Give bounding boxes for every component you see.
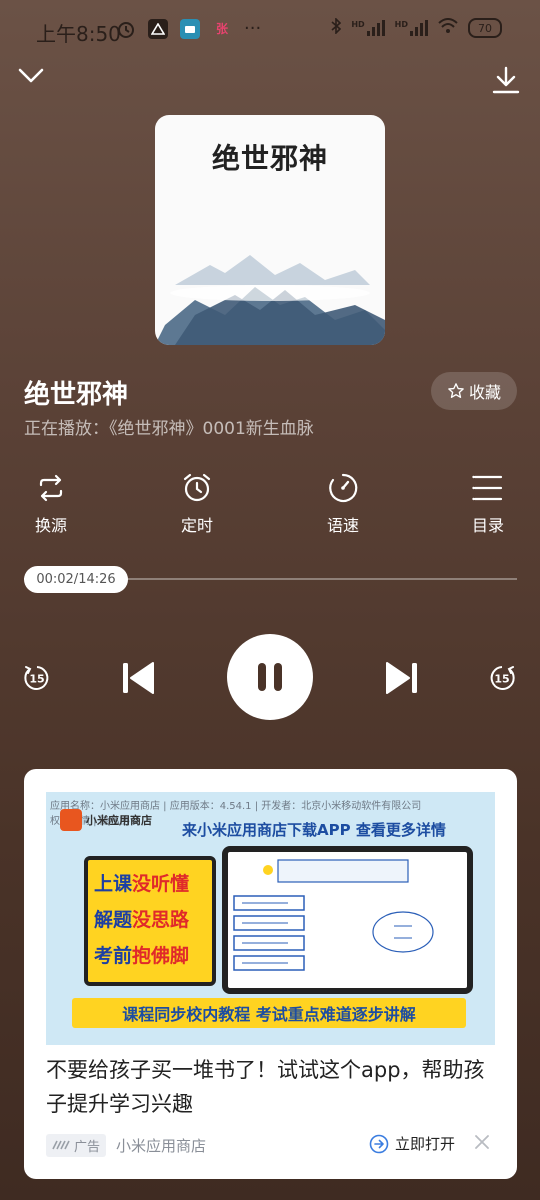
list-icon	[472, 475, 503, 501]
signal-icon-2: HD	[395, 20, 428, 36]
open-arrow-icon	[369, 1134, 389, 1153]
rewind-15-icon: 15	[24, 666, 49, 690]
rewind-seconds: 15	[29, 673, 44, 686]
switch-source-label: 换源	[34, 516, 67, 535]
switch-source-button[interactable]: 换源	[11, 472, 91, 536]
app-notification-icon	[148, 18, 168, 39]
now-playing-text: 正在播放：《绝世邪神》0001新生血脉	[24, 419, 314, 439]
speed-label: 语速	[326, 516, 359, 535]
alarm-status-icon	[116, 19, 136, 39]
bluetooth-icon	[331, 17, 342, 38]
speed-icon	[329, 473, 358, 503]
forward-15-button[interactable]: 15	[487, 663, 517, 697]
progress-thumb[interactable]: 00:02/14:26	[24, 566, 128, 593]
pause-icon	[258, 663, 282, 691]
ad-tag-label: 广告	[74, 1139, 101, 1155]
catalog-button[interactable]: 目录	[448, 472, 528, 536]
next-button[interactable]	[386, 661, 418, 699]
star-icon	[448, 383, 464, 398]
app-notification-badge: 张	[215, 22, 228, 36]
status-bar: 上午8:50 张 ··· HD HD 70	[0, 0, 540, 60]
ad-app-logo	[60, 809, 82, 831]
ad-slogan: 来小米应用商店下载APP 查看更多详情	[182, 821, 446, 839]
close-ad-button[interactable]	[473, 1133, 491, 1155]
hd-label-2: HD	[394, 20, 408, 29]
previous-button[interactable]	[122, 661, 154, 699]
signal-icon-1: HD	[351, 20, 385, 36]
favorite-button[interactable]: 收藏	[431, 372, 517, 410]
mi-ad-logo-icon	[52, 1140, 70, 1150]
ad-tablet-illustration	[222, 846, 473, 994]
forward-seconds: 15	[494, 673, 509, 686]
ad-brand: 小米应用商店	[86, 814, 152, 827]
ad-card[interactable]: 应用名称：小米应用商店 | 应用版本：4.54.1 | 开发者：北京小米移动软件…	[24, 769, 517, 1179]
rewind-15-button[interactable]: 15	[22, 663, 52, 697]
favorite-label: 收藏	[468, 383, 501, 402]
pause-button[interactable]	[227, 634, 313, 720]
promo-line: 解题没思路	[94, 909, 190, 931]
skip-previous-icon	[123, 662, 154, 694]
timer-button[interactable]: 定时	[157, 472, 237, 536]
ad-source: 小米应用商店	[116, 1136, 207, 1155]
ad-meta-info: 应用名称：小米应用商店 | 应用版本：4.54.1 | 开发者：北京小米移动软件…	[50, 801, 422, 812]
ad-bottom-banner: 课程同步校内教程 考试重点难道逐步讲解	[72, 998, 466, 1028]
math-equations-illustration	[233, 859, 434, 971]
ad-banner-image[interactable]: 应用名称：小米应用商店 | 应用版本：4.54.1 | 开发者：北京小米移动软件…	[46, 792, 495, 1045]
open-app-label: 立即打开	[394, 1135, 455, 1153]
open-app-button[interactable]: 立即打开	[369, 1133, 455, 1154]
switch-source-icon	[39, 474, 63, 502]
battery-indicator: 70	[468, 18, 502, 38]
ad-tag: 广告	[46, 1133, 107, 1157]
download-button[interactable]	[492, 66, 520, 98]
hd-label-1: HD	[351, 20, 365, 29]
ad-footer: 广告 小米应用商店 立即打开	[46, 1131, 495, 1159]
timer-label: 定时	[180, 516, 213, 535]
book-title: 绝世邪神	[24, 380, 129, 410]
status-notifications: 张 ···	[116, 18, 261, 39]
forward-15-icon: 15	[490, 666, 515, 690]
status-time: 上午8:50	[36, 22, 121, 46]
promo-line: 上课没听懂	[94, 873, 190, 895]
speed-button[interactable]: 语速	[303, 472, 383, 536]
status-system-icons: HD HD 70	[331, 17, 502, 38]
promo-line: 考前抱佛脚	[94, 945, 190, 967]
collapse-button[interactable]	[18, 68, 44, 88]
skip-next-icon	[386, 662, 417, 694]
alarm-clock-icon	[183, 473, 211, 502]
ad-promo-box: 上课没听懂 解题没思路 考前抱佛脚	[84, 856, 216, 986]
book-cover: 绝世邪神	[155, 115, 385, 345]
download-icon	[492, 66, 520, 94]
close-icon	[475, 1135, 489, 1149]
more-notifications-icon: ···	[244, 18, 262, 39]
ad-headline[interactable]: 不要给孩子买一堆书了！试试这个app，帮助孩子提升学习兴趣	[46, 1053, 495, 1121]
wifi-icon	[438, 18, 458, 38]
mountain-illustration	[155, 255, 385, 345]
chevron-down-icon	[18, 68, 44, 83]
app-notification-icon-2	[180, 18, 200, 39]
catalog-label: 目录	[471, 516, 504, 535]
